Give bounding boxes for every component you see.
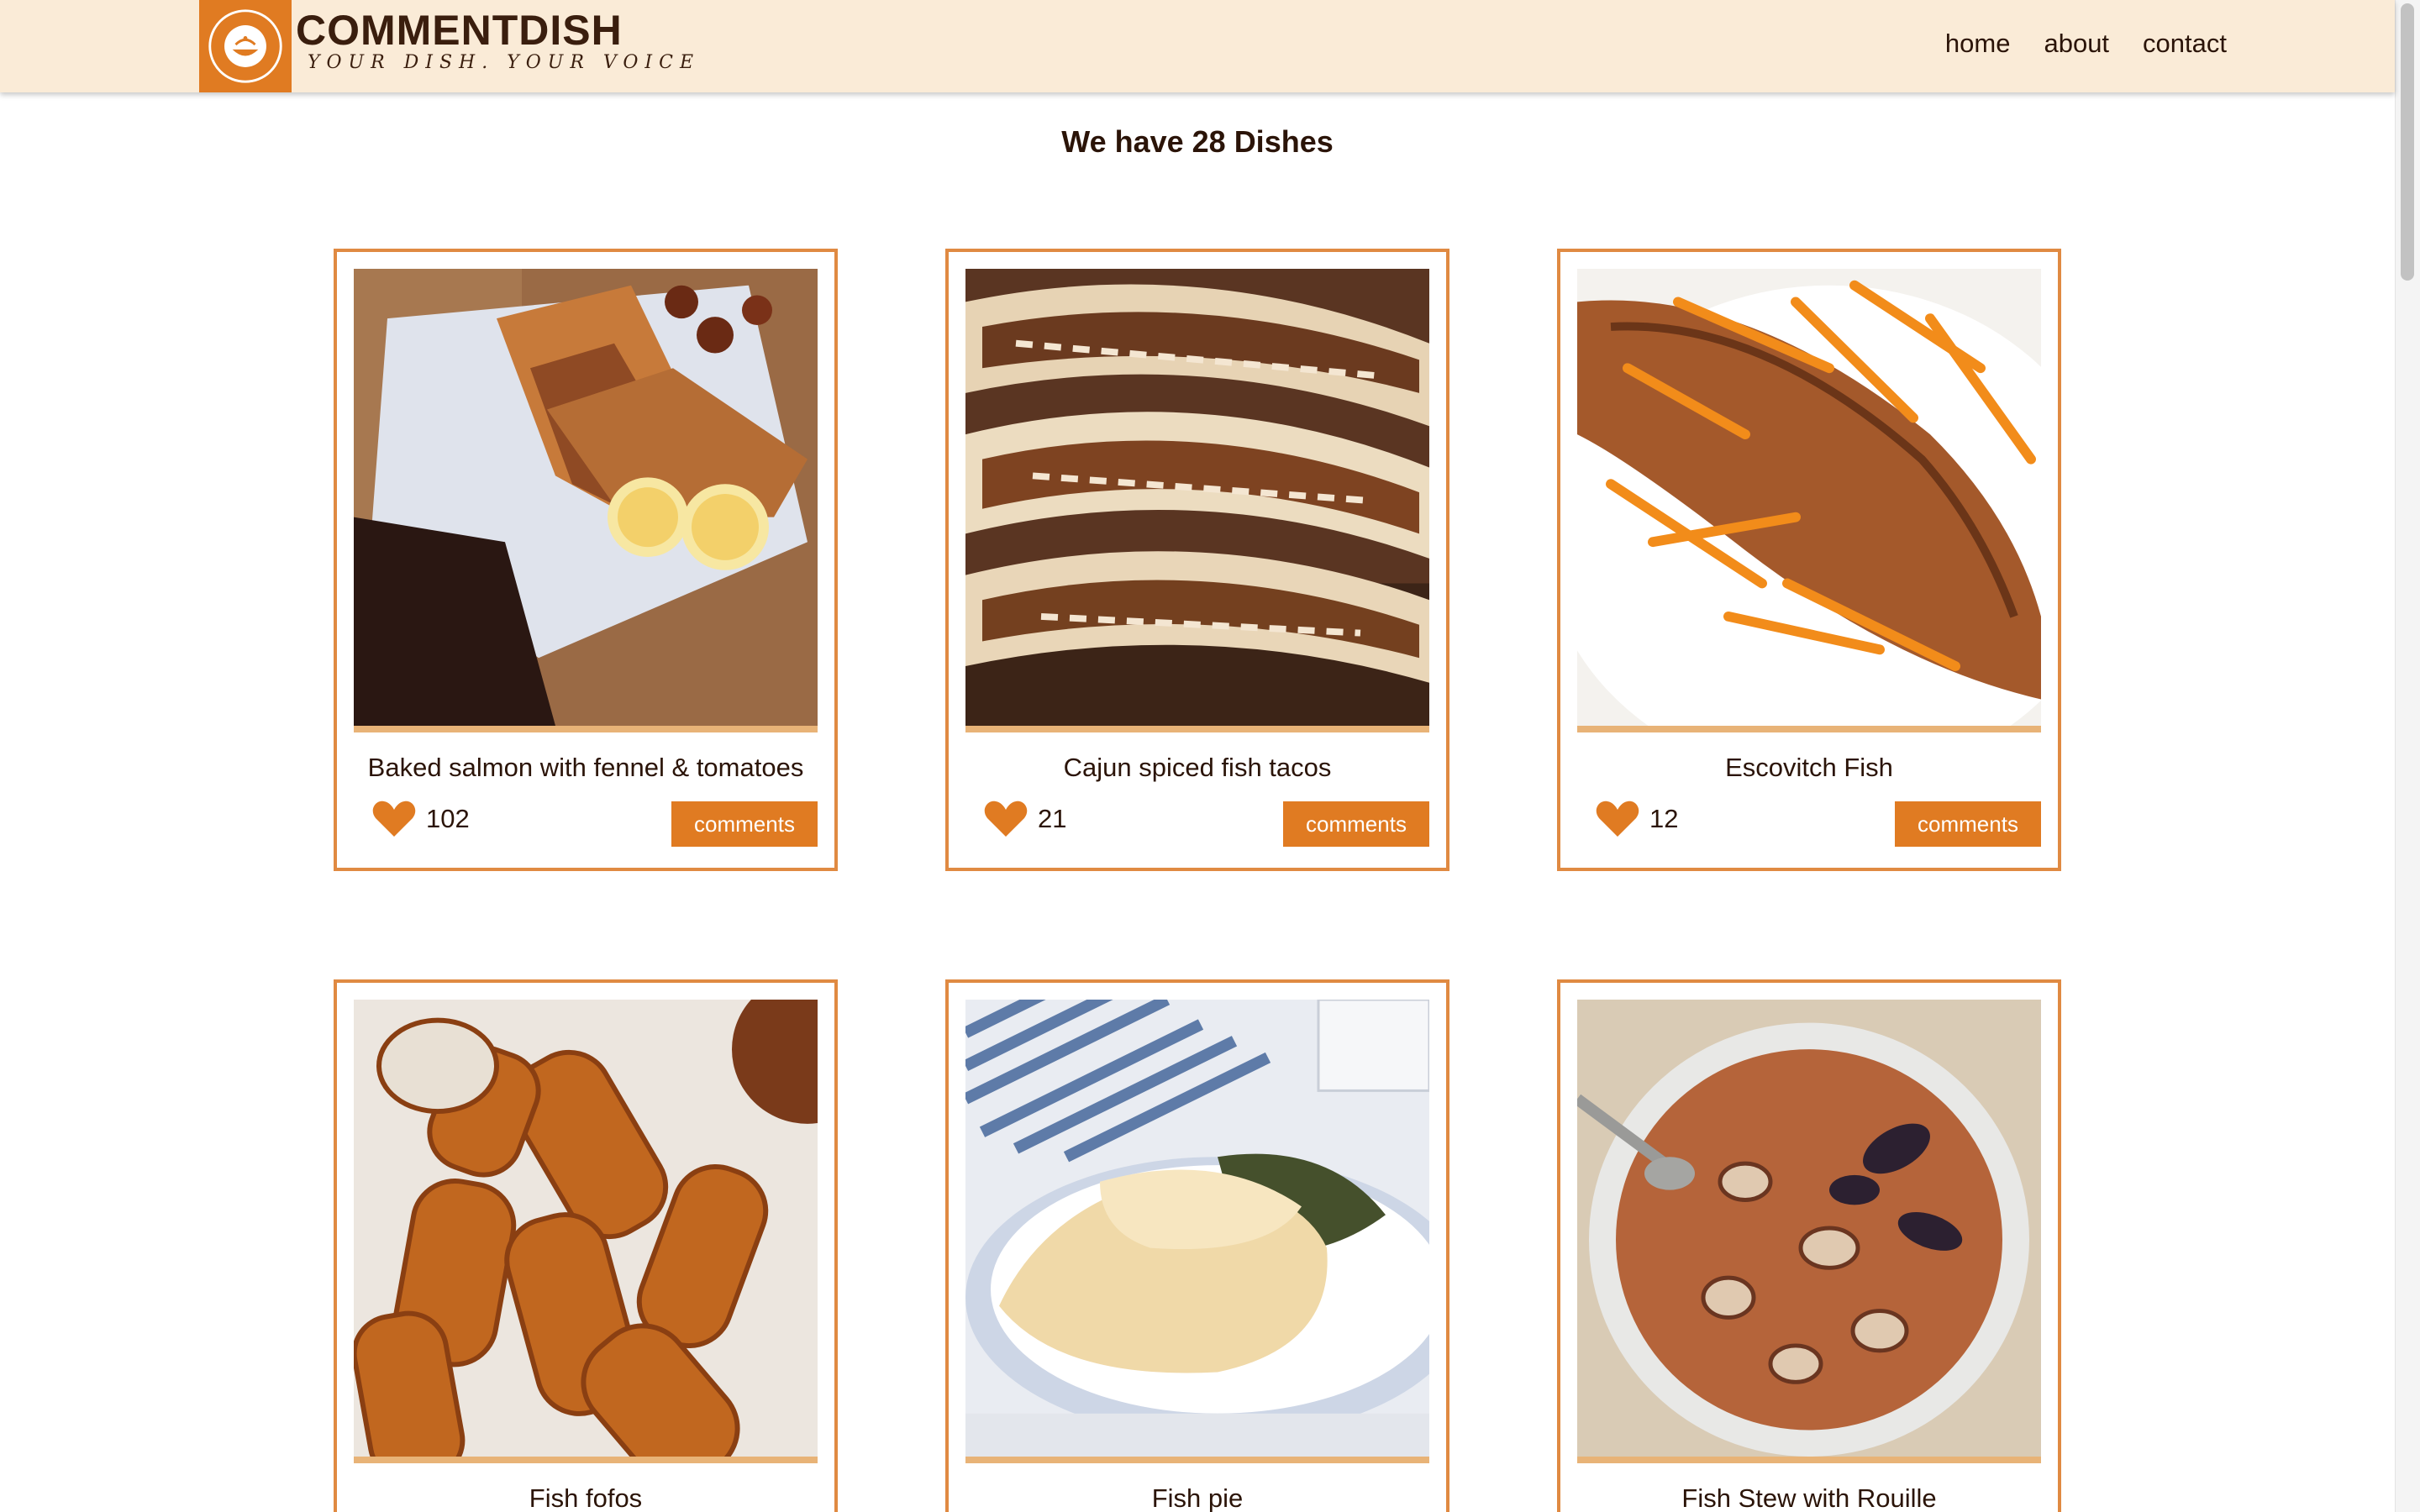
logo[interactable]: [199, 0, 292, 92]
scrollbar-thumb[interactable]: [2401, 3, 2414, 281]
brand-name: COMMENTDISH: [296, 7, 623, 54]
like-count: 12: [1649, 804, 1679, 833]
dish-name: Fish fofos: [529, 1483, 643, 1512]
like-count: 21: [1038, 804, 1067, 833]
dish-card: Baked salmon with fennel & tomatoes 102 …: [334, 249, 838, 871]
dish-card: Cajun spiced fish tacos 21 comments: [945, 249, 1449, 871]
heart-icon: [372, 801, 416, 837]
dish-card: Fish fofos: [334, 979, 838, 1512]
dish-photo[interactable]: [965, 269, 1429, 732]
site-header: COMMENTDISH YOUR DISH. YOUR VOICE home a…: [0, 0, 2395, 92]
main-nav: home about contact: [1945, 29, 2227, 59]
dish-photo[interactable]: [1577, 269, 2041, 732]
like-button[interactable]: 21: [984, 800, 1066, 838]
logo-icon: [208, 9, 282, 83]
dish-name: Cajun spiced fish tacos: [1063, 753, 1332, 782]
like-count: 102: [426, 804, 470, 833]
like-button[interactable]: 102: [372, 800, 470, 838]
nav-contact-link[interactable]: contact: [2143, 29, 2227, 59]
nav-home-link[interactable]: home: [1945, 29, 2011, 59]
brand-tagline: YOUR DISH. YOUR VOICE: [308, 52, 701, 73]
like-button[interactable]: 12: [1596, 800, 1678, 838]
nav-about-link[interactable]: about: [2044, 29, 2109, 59]
heart-icon: [1596, 801, 1639, 837]
heart-icon: [984, 801, 1028, 837]
dish-name: Fish pie: [1151, 1483, 1244, 1512]
dish-card: Fish Stew with Rouille: [1557, 979, 2061, 1512]
comments-button[interactable]: comments: [671, 801, 818, 847]
dish-photo[interactable]: [354, 1000, 818, 1463]
dish-card: Fish pie: [945, 979, 1449, 1512]
dish-photo[interactable]: [354, 269, 818, 732]
dish-name: Baked salmon with fennel & tomatoes: [367, 753, 804, 782]
dish-card: Escovitch Fish 12 comments: [1557, 249, 2061, 871]
page-title: We have 28 Dishes: [1061, 124, 1334, 159]
dish-name: Escovitch Fish: [1725, 753, 1893, 782]
dish-name: Fish Stew with Rouille: [1681, 1483, 1937, 1512]
dish-photo[interactable]: [1577, 1000, 2041, 1463]
dish-photo[interactable]: [965, 1000, 1429, 1463]
comments-button[interactable]: comments: [1895, 801, 2041, 847]
comments-button[interactable]: comments: [1283, 801, 1429, 847]
